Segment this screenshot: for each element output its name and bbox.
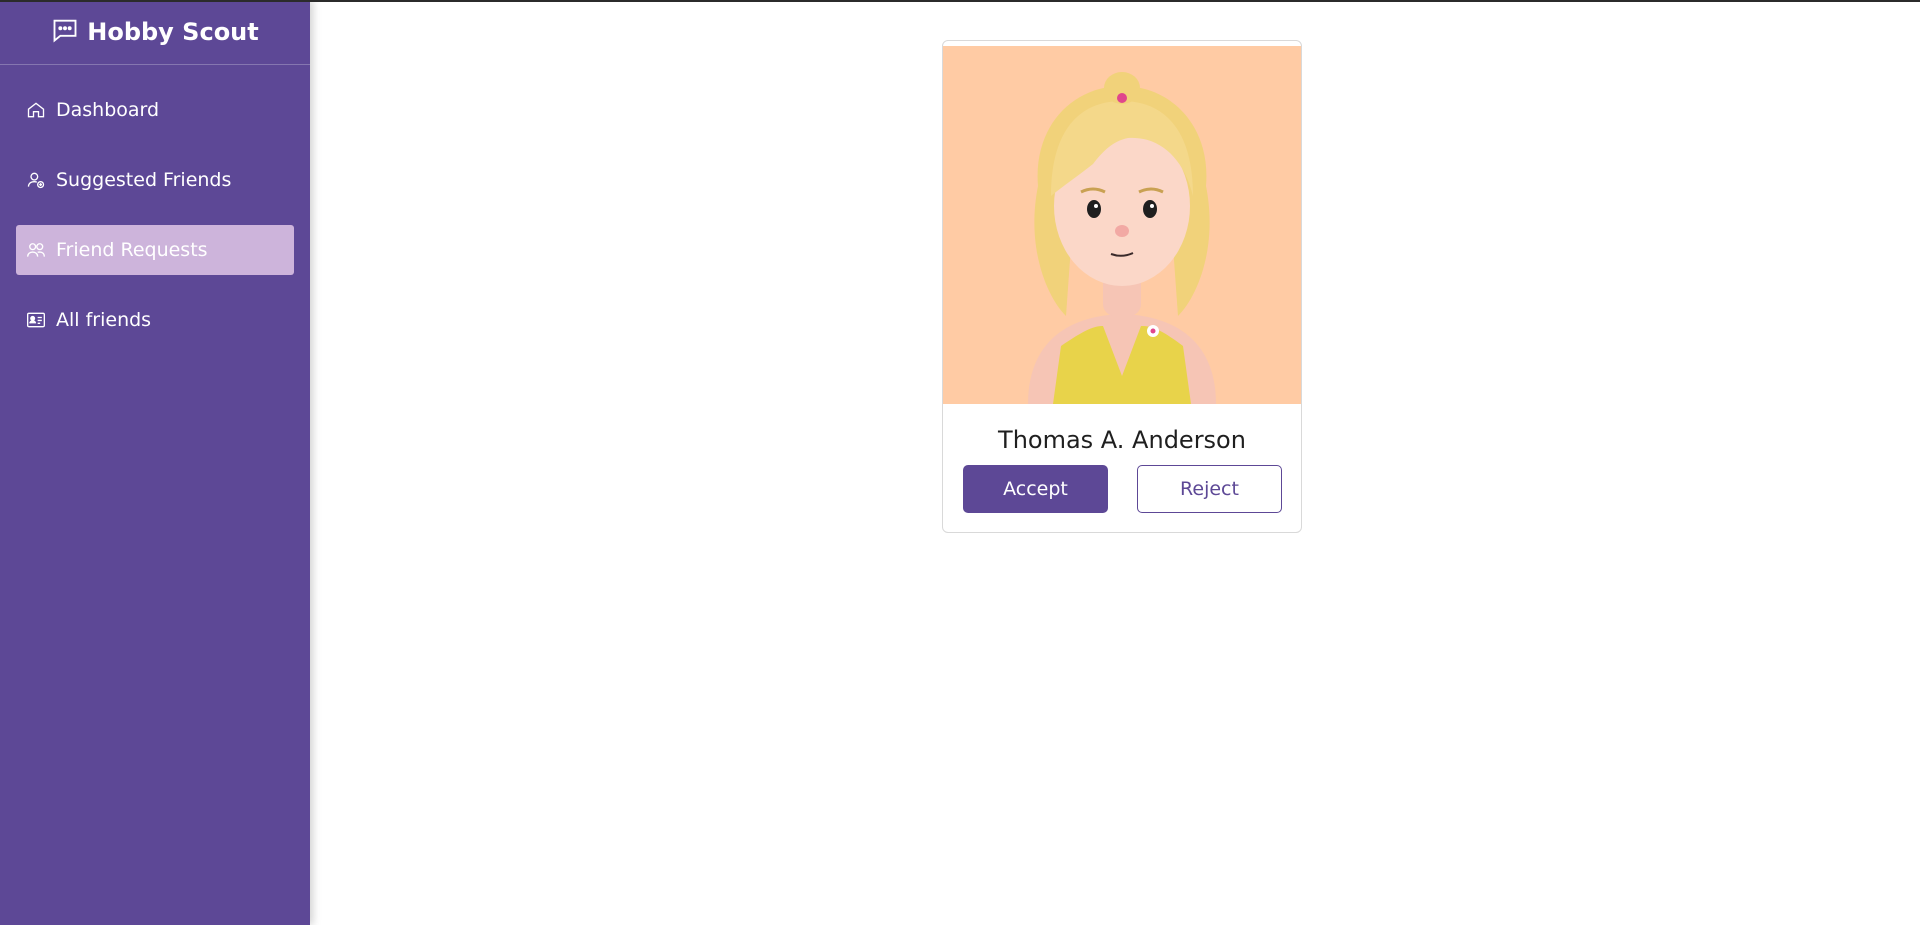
brand[interactable]: Hobby Scout [0, 0, 310, 65]
sidebar-item-suggested-friends[interactable]: Suggested Friends [16, 155, 294, 205]
sidebar-item-label: Friend Requests [56, 239, 208, 261]
accept-button[interactable]: Accept [963, 465, 1108, 513]
reject-button[interactable]: Reject [1137, 465, 1282, 513]
sidebar-item-label: All friends [56, 309, 152, 331]
sidebar-item-label: Suggested Friends [56, 169, 232, 191]
sidebar-item-dashboard[interactable]: Dashboard [16, 85, 294, 135]
sidebar-item-label: Dashboard [56, 99, 160, 121]
home-icon [26, 100, 46, 120]
friend-request-card: Thomas A. Anderson Accept Reject [942, 40, 1302, 533]
sidebar: Hobby Scout Dashboard Suggested Friends … [0, 0, 310, 925]
chat-icon [51, 16, 79, 49]
app-title: Hobby Scout [87, 18, 259, 46]
sidebar-nav: Dashboard Suggested Friends Friend Reque… [0, 85, 310, 345]
requester-name: Thomas A. Anderson [998, 426, 1246, 454]
sidebar-item-friend-requests[interactable]: Friend Requests [16, 225, 294, 275]
sidebar-item-all-friends[interactable]: All friends [16, 295, 294, 345]
id-card-icon [26, 310, 46, 330]
avatar [943, 46, 1301, 404]
top-border [0, 0, 1920, 2]
user-plus-icon [26, 170, 46, 190]
users-icon [26, 240, 46, 260]
